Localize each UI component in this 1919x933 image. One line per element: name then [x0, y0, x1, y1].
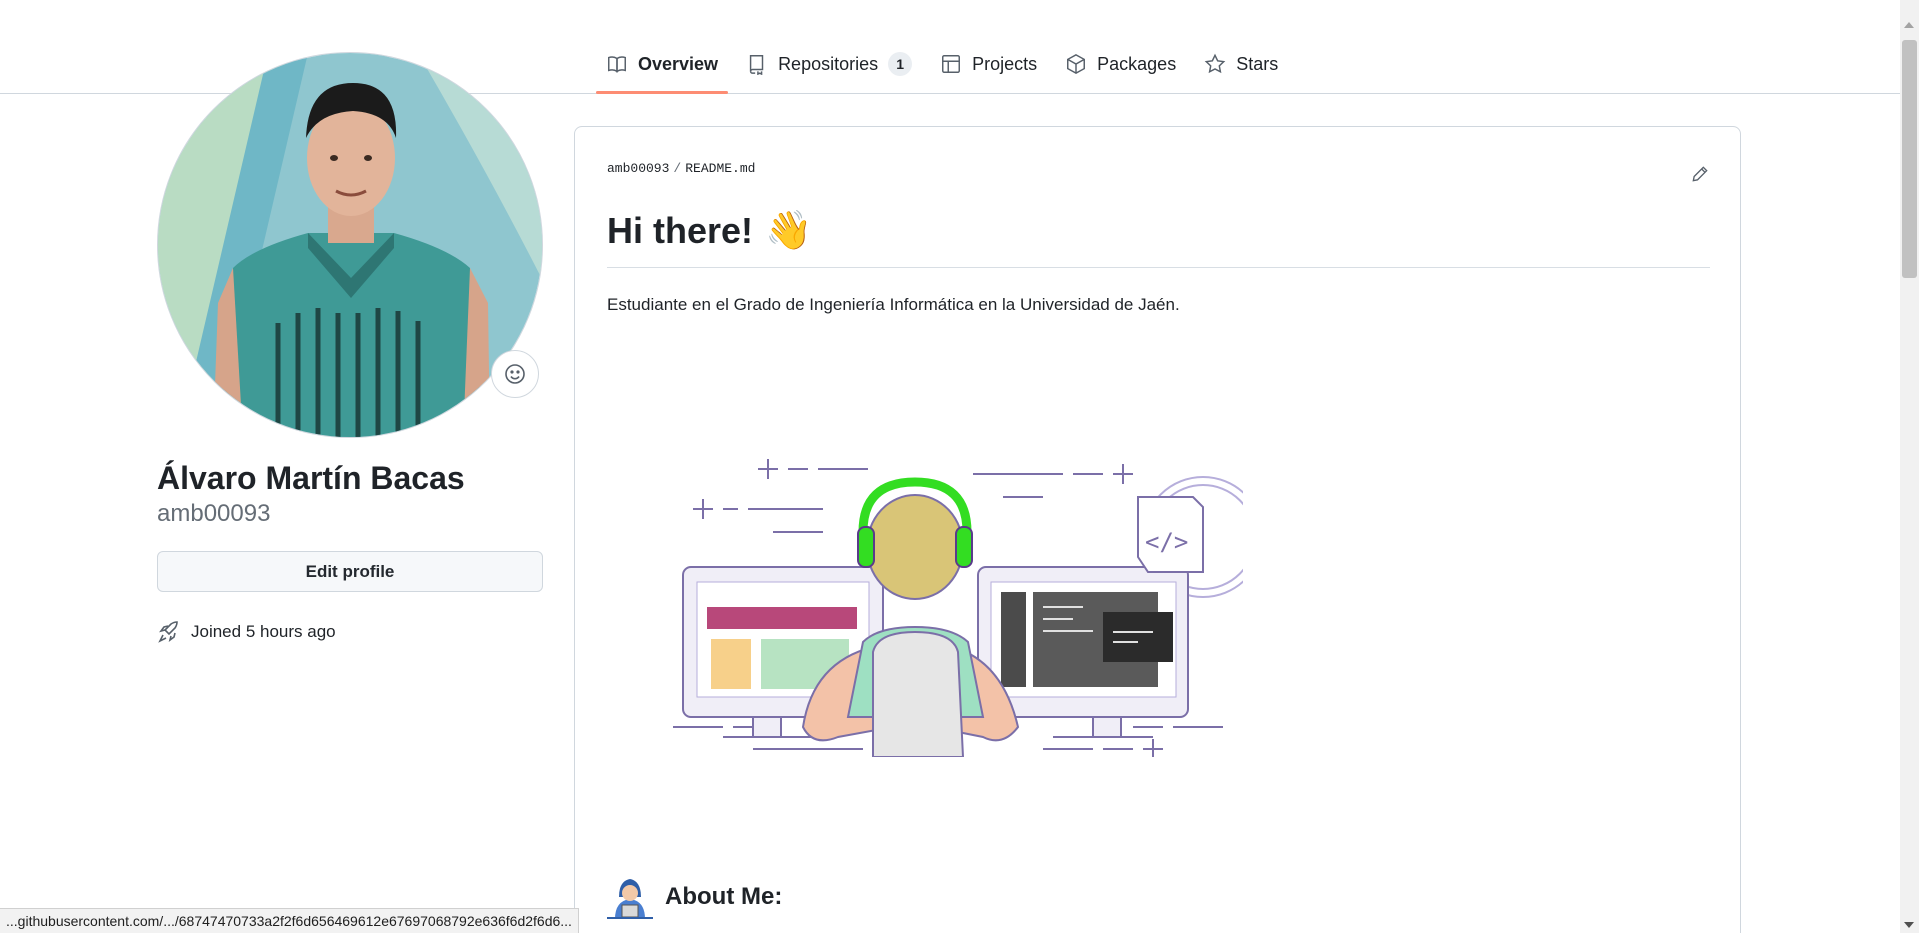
package-icon: [1067, 53, 1086, 75]
readme-path-separator: /: [673, 161, 682, 176]
about-me-heading: About Me:: [607, 875, 782, 919]
scroll-down-arrow-icon[interactable]: [1904, 922, 1914, 928]
developer-illustration: </>: [673, 459, 1243, 757]
readme-breadcrumb: amb00093 /README.md: [607, 161, 755, 176]
tab-projects[interactable]: Projects: [930, 38, 1047, 90]
smiley-icon: [505, 364, 525, 384]
tab-repositories-label: Repositories: [778, 53, 879, 74]
tab-packages-label: Packages: [1097, 53, 1177, 74]
tab-overview-label: Overview: [638, 53, 719, 74]
star-icon: [1204, 53, 1226, 74]
readme-owner-link[interactable]: amb00093: [607, 161, 669, 176]
profile-tabs: Overview Repositories 1 Projects Package…: [596, 38, 1296, 94]
tab-stars-label: Stars: [1236, 53, 1279, 74]
tab-repositories[interactable]: Repositories 1: [736, 38, 922, 90]
avatar-photo: [158, 53, 542, 437]
book-icon: [608, 56, 626, 73]
avatar-container: [157, 52, 543, 438]
scrollbar-thumb[interactable]: [1902, 40, 1917, 278]
pencil-icon: [1692, 166, 1708, 182]
repo-icon: [749, 55, 764, 75]
hacker-icon: [607, 879, 653, 919]
code-glyph: </>: [1145, 528, 1188, 556]
joined-date: Joined 5 hours ago: [157, 620, 336, 644]
heading-divider: [607, 267, 1710, 268]
profile-login: amb00093: [157, 500, 271, 527]
tab-packages[interactable]: Packages: [1055, 38, 1186, 90]
repositories-count-badge: 1: [888, 52, 913, 76]
edit-profile-button[interactable]: Edit profile: [157, 551, 543, 592]
readme-heading-text: Hi there!: [607, 210, 754, 251]
vertical-scrollbar[interactable]: [1900, 0, 1919, 933]
link-status-bar: ...githubusercontent.com/.../68747470733…: [0, 908, 579, 933]
readme-heading: Hi there! 👋: [607, 209, 812, 253]
avatar[interactable]: [157, 52, 543, 438]
scroll-up-arrow-icon[interactable]: [1904, 22, 1914, 28]
readme-card: amb00093 /README.md Hi there! 👋 Estudiant…: [574, 126, 1741, 933]
set-status-button[interactable]: [491, 350, 539, 398]
about-me-text: About Me:: [665, 883, 783, 910]
edit-readme-button[interactable]: [1687, 161, 1713, 187]
profile-full-name: Álvaro Martín Bacas: [157, 460, 465, 496]
table-icon: [942, 55, 961, 73]
waving-hand-icon: 👋: [765, 210, 813, 252]
rocket-icon: [158, 621, 178, 643]
readme-bio: Estudiante en el Grado de Ingeniería Inf…: [607, 295, 1180, 314]
tab-projects-label: Projects: [972, 53, 1038, 74]
joined-text: Joined 5 hours ago: [191, 622, 336, 641]
readme-file-link[interactable]: README.md: [685, 161, 755, 176]
tab-overview[interactable]: Overview: [596, 38, 729, 94]
tab-stars[interactable]: Stars: [1194, 38, 1288, 90]
